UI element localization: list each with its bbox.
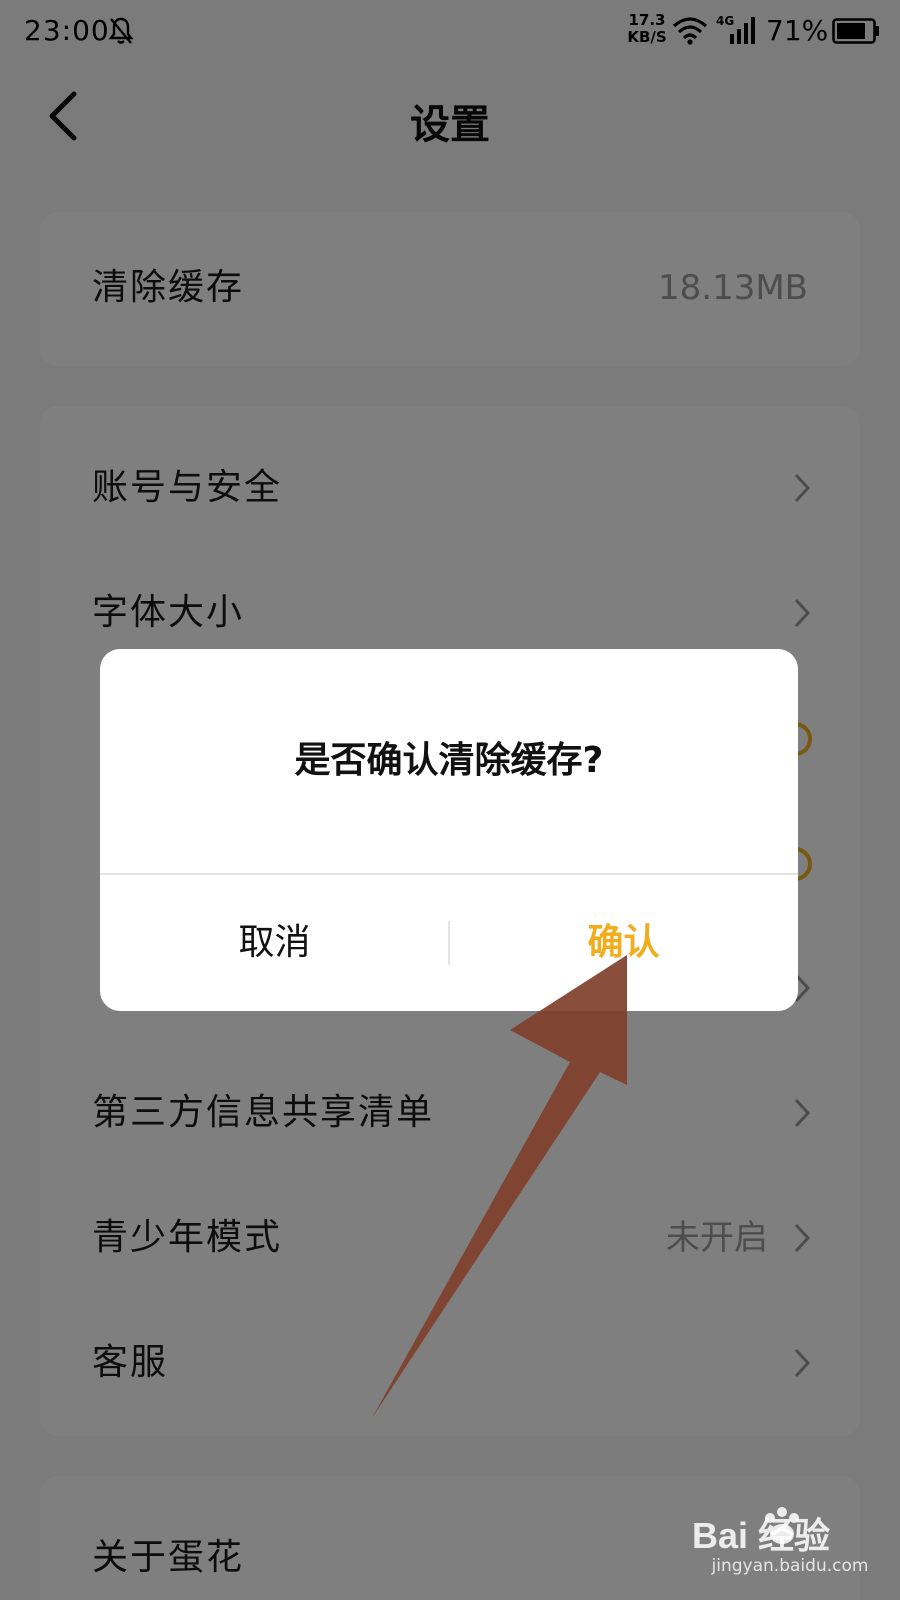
- watermark-brand: Bai 经验: [692, 1515, 830, 1556]
- annotation-arrow: [372, 955, 627, 1418]
- settings-screen: 23:00 17.3 KB/S 4G 71%: [0, 0, 900, 1600]
- watermark-url: jingyan.baidu.com: [711, 1556, 869, 1576]
- baidu-watermark-logo: Bai 经验: [692, 1507, 830, 1556]
